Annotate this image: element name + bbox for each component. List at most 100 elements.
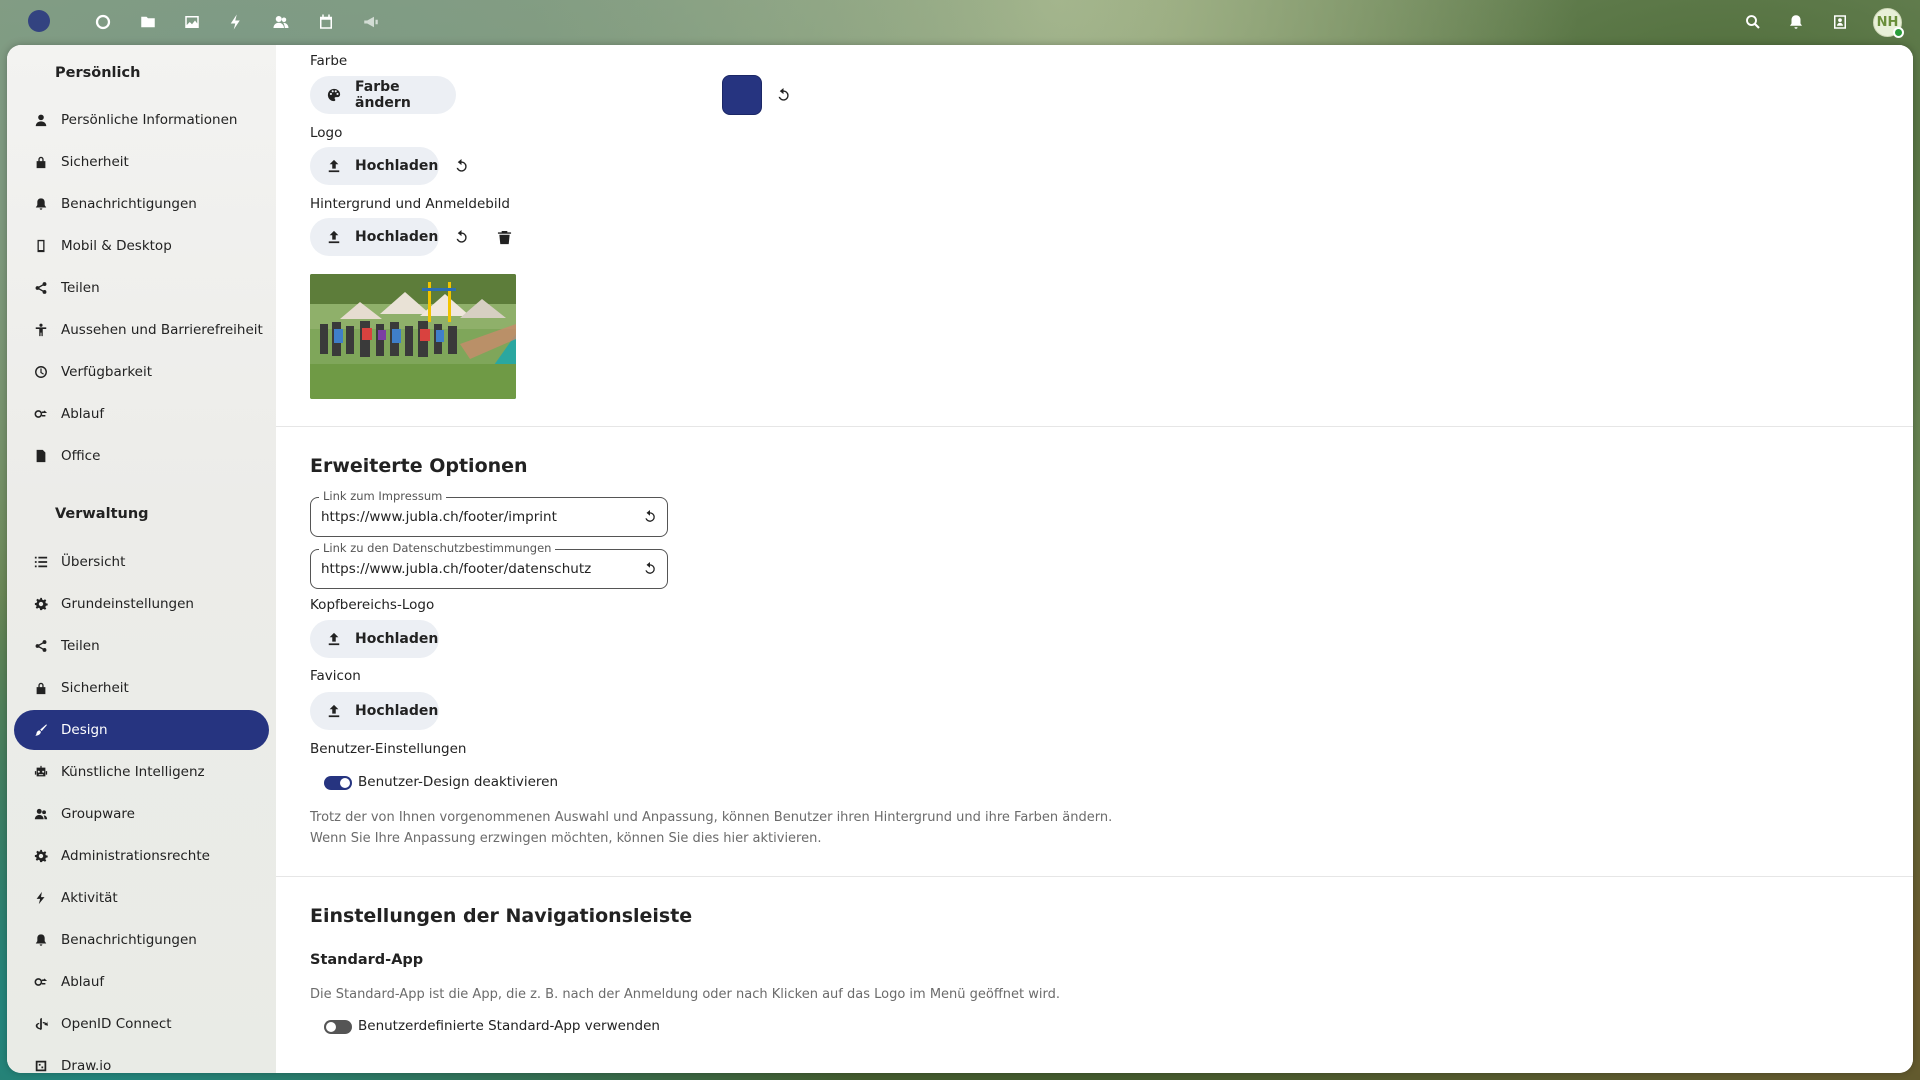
sidebar-item-appearance[interactable]: Aussehen und Barrierefreiheit: [14, 310, 269, 350]
bell-icon: [33, 196, 49, 212]
sidebar-item-admin-notifications[interactable]: Benachrichtigungen: [14, 920, 269, 960]
online-status-dot: [1893, 27, 1904, 38]
sidebar-item-overview[interactable]: Übersicht: [14, 542, 269, 582]
upload-label: Hochladen: [355, 631, 439, 647]
share-icon: [33, 638, 49, 654]
photos-icon[interactable]: [180, 10, 204, 34]
upload-label: Hochladen: [355, 229, 439, 245]
sidebar-item-admin-flow[interactable]: Ablauf: [14, 962, 269, 1002]
imprint-link-input[interactable]: [321, 507, 621, 527]
activity-icon[interactable]: [224, 10, 248, 34]
sidebar-item-office[interactable]: Office: [14, 436, 269, 476]
sidebar-item-label: OpenID Connect: [61, 1016, 172, 1032]
phone-icon: [33, 238, 49, 254]
upload-favicon-button[interactable]: Hochladen: [310, 692, 439, 730]
top-bar: NH: [0, 0, 1920, 45]
sidebar-item-activity[interactable]: Aktivität: [14, 878, 269, 918]
user-theming-hint-line-2: Wenn Sie Ihre Anpassung erzwingen möchte…: [310, 831, 822, 846]
sidebar-item-ai[interactable]: Künstliche Intelligenz: [14, 752, 269, 792]
sidebar-item-mobile-desktop[interactable]: Mobil & Desktop: [14, 226, 269, 266]
accessibility-icon: [33, 322, 49, 338]
privacy-link-input[interactable]: [321, 559, 621, 579]
undo-icon: [456, 158, 467, 172]
search-icon[interactable]: [1741, 10, 1765, 34]
sidebar-item-sharing[interactable]: Teilen: [14, 268, 269, 308]
sidebar-item-label: Aussehen und Barrierefreiheit: [61, 322, 263, 338]
imprint-link-legend: Link zum Impressum: [319, 489, 447, 503]
reset-logo-button[interactable]: [444, 149, 478, 183]
section-divider: [276, 426, 1913, 427]
reset-background-button[interactable]: [444, 220, 478, 254]
sidebar-item-design[interactable]: Design: [14, 710, 269, 750]
primary-color-swatch[interactable]: [722, 75, 762, 115]
sidebar-item-notifications[interactable]: Benachrichtigungen: [14, 184, 269, 224]
sidebar-item-label: Teilen: [61, 280, 100, 296]
sidebar-item-label: Verfügbarkeit: [61, 364, 152, 380]
sidebar-item-label: Design: [61, 722, 108, 738]
advanced-options-heading: Erweiterte Optionen: [310, 455, 528, 477]
sidebar-item-label: Aktivität: [61, 890, 118, 906]
sidebar-item-admin-sharing[interactable]: Teilen: [14, 626, 269, 666]
sidebar-item-openid[interactable]: OpenID Connect: [14, 1004, 269, 1044]
calendar-icon[interactable]: [314, 10, 338, 34]
sidebar-item-availability[interactable]: Verfügbarkeit: [14, 352, 269, 392]
admin-caption: Verwaltung: [55, 506, 149, 522]
files-icon[interactable]: [136, 10, 160, 34]
disable-user-theming-label[interactable]: Benutzer-Design deaktivieren: [358, 774, 558, 790]
sidebar-item-admin-security[interactable]: Sicherheit: [14, 668, 269, 708]
custom-default-app-label[interactable]: Benutzerdefinierte Standard-App verwende…: [358, 1018, 660, 1034]
trash-icon: [497, 230, 511, 244]
lock-icon: [33, 154, 49, 170]
announcements-icon[interactable]: [359, 10, 383, 34]
clock-icon: [33, 364, 49, 380]
upload-label: Hochladen: [355, 158, 439, 174]
palette-icon: [327, 88, 341, 102]
undo-icon: [645, 562, 655, 574]
upload-icon: [327, 230, 341, 244]
design-settings-content: Farbe Farbe ändern Logo Hochladen Hinter…: [276, 45, 1913, 1073]
background-preview-image: [310, 274, 516, 399]
sidebar-item-label: Groupware: [61, 806, 135, 822]
sidebar-item-flow[interactable]: Ablauf: [14, 394, 269, 434]
cloud-logo[interactable]: [26, 8, 52, 34]
upload-header-logo-button[interactable]: Hochladen: [310, 620, 439, 658]
sidebar-item-security[interactable]: Sicherheit: [14, 142, 269, 182]
delete-background-button[interactable]: [487, 220, 521, 254]
notifications-icon[interactable]: [1784, 10, 1808, 34]
lightning-icon: [33, 890, 49, 906]
sidebar-item-label: Grundeinstellungen: [61, 596, 194, 612]
sidebar-item-label: Draw.io: [61, 1058, 112, 1073]
reset-imprint-button[interactable]: [641, 508, 659, 526]
upload-icon: [327, 632, 341, 646]
personal-caption: Persönlich: [55, 65, 141, 81]
sidebar-item-label: Administrationsrechte: [61, 848, 210, 864]
default-app-heading: Standard-App: [310, 952, 424, 968]
upload-background-button[interactable]: Hochladen: [310, 218, 439, 256]
sidebar-item-label: Persönliche Informationen: [61, 112, 238, 128]
upload-logo-button[interactable]: Hochladen: [310, 147, 439, 185]
reset-privacy-button[interactable]: [641, 560, 659, 578]
document-icon: [33, 448, 49, 464]
sidebar-item-admin-rights[interactable]: Administrationsrechte: [14, 836, 269, 876]
custom-default-app-toggle[interactable]: [324, 1020, 352, 1034]
sidebar-item-groupware[interactable]: Groupware: [14, 794, 269, 834]
contacts-icon[interactable]: [269, 10, 293, 34]
user-settings-label: Benutzer-Einstellungen: [310, 741, 467, 757]
reset-color-button[interactable]: [766, 78, 800, 112]
gear-icon: [33, 596, 49, 612]
admin-gear-icon: [33, 848, 49, 864]
drawio-icon: [33, 1058, 49, 1073]
change-color-label: Farbe ändern: [355, 79, 411, 111]
default-app-hint: Die Standard-App ist die App, die z. B. …: [310, 987, 1061, 1002]
upload-icon: [327, 159, 341, 173]
sidebar-item-label: Sicherheit: [61, 154, 129, 170]
sidebar-item-personal-info[interactable]: Persönliche Informationen: [14, 100, 269, 140]
contacts-menu-icon[interactable]: [1828, 10, 1852, 34]
sidebar-item-basic-settings[interactable]: Grundeinstellungen: [14, 584, 269, 624]
sidebar-item-drawio[interactable]: Draw.io: [14, 1046, 269, 1073]
change-color-button[interactable]: Farbe ändern: [310, 76, 456, 114]
disable-user-theming-toggle[interactable]: [324, 776, 352, 790]
user-theming-hint-line-1: Trotz der von Ihnen vorgenommenen Auswah…: [310, 810, 1113, 825]
dashboard-icon[interactable]: [91, 10, 115, 34]
privacy-link-field: Link zu den Datenschutzbestimmungen: [310, 541, 668, 589]
